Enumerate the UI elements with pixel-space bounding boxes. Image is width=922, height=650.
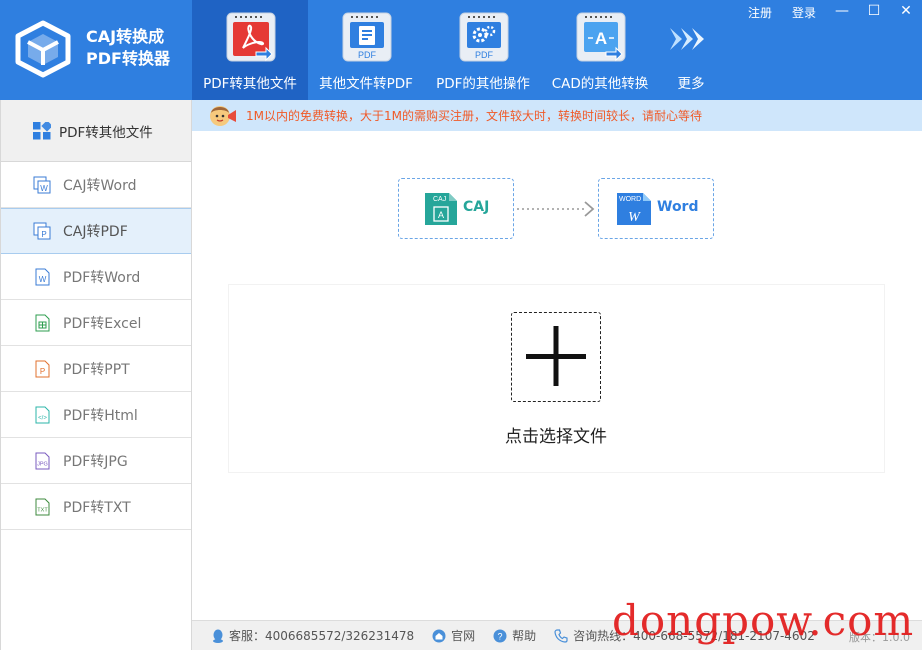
svg-text:?: ? (498, 631, 503, 641)
help-icon: ? (493, 629, 507, 642)
sidebar-item-label: PDF转JPG (63, 453, 128, 470)
toolbar-label: PDF转其他文件 (203, 76, 297, 92)
sidebar-item-label: CAJ转PDF (63, 224, 128, 240)
sidebar-item-caj-pdf[interactable]: P CAJ转PDF (1, 208, 191, 254)
sidebar-item-caj-word[interactable]: W CAJ转Word (1, 162, 191, 208)
help-label: 帮助 (512, 629, 537, 643)
sidebar-header: PDF转其他文件 (1, 100, 191, 162)
toolbar-more[interactable]: 更多 (655, 0, 727, 100)
window-controls: 注册 登录 — ☐ ✕ (738, 0, 922, 24)
customer-service-text: 客服：4006685572/326231478 (229, 629, 415, 643)
select-file-label[interactable]: 点击选择文件 (456, 422, 656, 447)
svg-text:P: P (41, 230, 46, 239)
excel-file-icon (35, 314, 50, 331)
pdf-document-icon: PDF (342, 12, 392, 62)
customer-service: 客服：4006685572/326231478 (212, 627, 414, 644)
home-icon (432, 629, 446, 642)
source-format-label: CAJ (463, 199, 490, 215)
word-badge-text: WORD (619, 196, 641, 203)
penguin-icon (213, 629, 223, 643)
svg-text:TXT: TXT (37, 507, 48, 513)
svg-text:P: P (40, 367, 45, 376)
sidebar-item-label: PDF转Excel (63, 315, 142, 332)
svg-text:JPG: JPG (37, 461, 48, 467)
caj-file-icon: CAJ A (425, 193, 457, 225)
svg-text:</>: </> (38, 415, 47, 421)
website-link[interactable]: 官网 (432, 627, 475, 644)
pdf-badge-text: PDF (358, 50, 377, 60)
app-title-line1: CAJ转换成 (86, 27, 165, 46)
toolbar-label: CAD的其他转换 (551, 76, 649, 92)
toolbar-pdf-operations[interactable]: PDF PDF的其他操作 (425, 0, 541, 100)
svg-text:W: W (40, 184, 48, 193)
toolbar-label: PDF的其他操作 (436, 76, 530, 92)
cad-badge-text: A (595, 29, 607, 48)
word-document-icon: WORD W (617, 193, 651, 225)
app-logo-icon (15, 20, 71, 78)
svg-text:W: W (39, 275, 47, 284)
toolbar-other-to-pdf[interactable]: PDF 其他文件转PDF (308, 0, 424, 100)
plus-icon (526, 326, 586, 386)
website-label: 官网 (451, 629, 476, 643)
app-title-line2: PDF转换器 (86, 49, 170, 68)
sidebar-item-pdf-txt[interactable]: TXT PDF转TXT (1, 484, 191, 530)
pdf-badge-text: PDF (475, 50, 494, 60)
target-format-label: Word (657, 199, 699, 215)
txt-file-icon: TXT (35, 498, 50, 515)
register-link[interactable]: 注册 (738, 4, 782, 21)
phone-icon (554, 628, 568, 643)
mascot-megaphone-icon (210, 105, 236, 126)
sidebar-item-label: PDF转Word (63, 269, 141, 286)
caj-word-icon: W (33, 176, 51, 193)
maximize-icon[interactable]: ☐ (858, 1, 890, 23)
help-link[interactable]: ? 帮助 (493, 627, 536, 644)
arrow-right-icon (517, 201, 595, 217)
sidebar: PDF转其他文件 W CAJ转Word P CAJ转PDF W PDF转Word… (0, 100, 192, 650)
ppt-file-icon: P (35, 360, 50, 377)
jpg-file-icon: JPG (35, 452, 50, 469)
cad-convert-icon: A (576, 12, 626, 62)
toolbar-cad-conversion[interactable]: A CAD的其他转换 (542, 0, 658, 100)
app-title: CAJ转换成 PDF转换器 (86, 26, 170, 70)
title-bar: CAJ转换成 PDF转换器 PDF转其他文件 PDF 其他文件转PDF PDF … (0, 0, 922, 100)
sidebar-item-pdf-html[interactable]: </> PDF转Html (1, 392, 191, 438)
sidebar-item-pdf-ppt[interactable]: P PDF转PPT (1, 346, 191, 392)
sidebar-item-pdf-jpg[interactable]: JPG PDF转JPG (1, 438, 191, 484)
minimize-icon[interactable]: — (826, 1, 858, 23)
sidebar-item-pdf-excel[interactable]: PDF转Excel (1, 300, 191, 346)
sidebar-item-label: PDF转PPT (63, 361, 130, 378)
toolbar-label: 其他文件转PDF (319, 76, 413, 92)
sidebar-item-label: CAJ转Word (63, 177, 137, 194)
html-file-icon: </> (35, 406, 50, 423)
word-file-icon: W (35, 268, 50, 285)
watermark: dongpow.com (612, 596, 915, 645)
pdf-acrobat-icon (226, 12, 276, 62)
grid-icon (33, 121, 51, 139)
notice-text: 1M以内的免费转换，大于1M的需购买注册，文件较大时，转换时间较长，请耐心等待 (246, 109, 702, 123)
sidebar-item-label: PDF转TXT (63, 499, 131, 516)
login-link[interactable]: 登录 (782, 4, 826, 21)
toolbar-label: 更多 (677, 76, 705, 92)
sidebar-header-label: PDF转其他文件 (59, 124, 153, 141)
sidebar-item-pdf-word[interactable]: W PDF转Word (1, 254, 191, 300)
target-format-box: WORD W Word (598, 178, 714, 239)
add-file-button[interactable] (511, 312, 601, 402)
sidebar-item-label: PDF转Html (63, 407, 138, 424)
pdf-gear-icon: PDF (459, 12, 509, 62)
source-format-box: CAJ A CAJ (398, 178, 514, 239)
caj-pdf-icon: P (33, 222, 51, 240)
close-icon[interactable]: ✕ (890, 1, 922, 23)
notice-bar: 1M以内的免费转换，大于1M的需购买注册，文件较大时，转换时间较长，请耐心等待 (192, 100, 922, 131)
chevron-arrows-icon (670, 28, 704, 50)
caj-badge-text: CAJ (433, 196, 446, 203)
svg-text:W: W (628, 210, 641, 225)
svg-text:A: A (438, 210, 444, 220)
toolbar-pdf-to-other[interactable]: PDF转其他文件 (192, 0, 308, 100)
